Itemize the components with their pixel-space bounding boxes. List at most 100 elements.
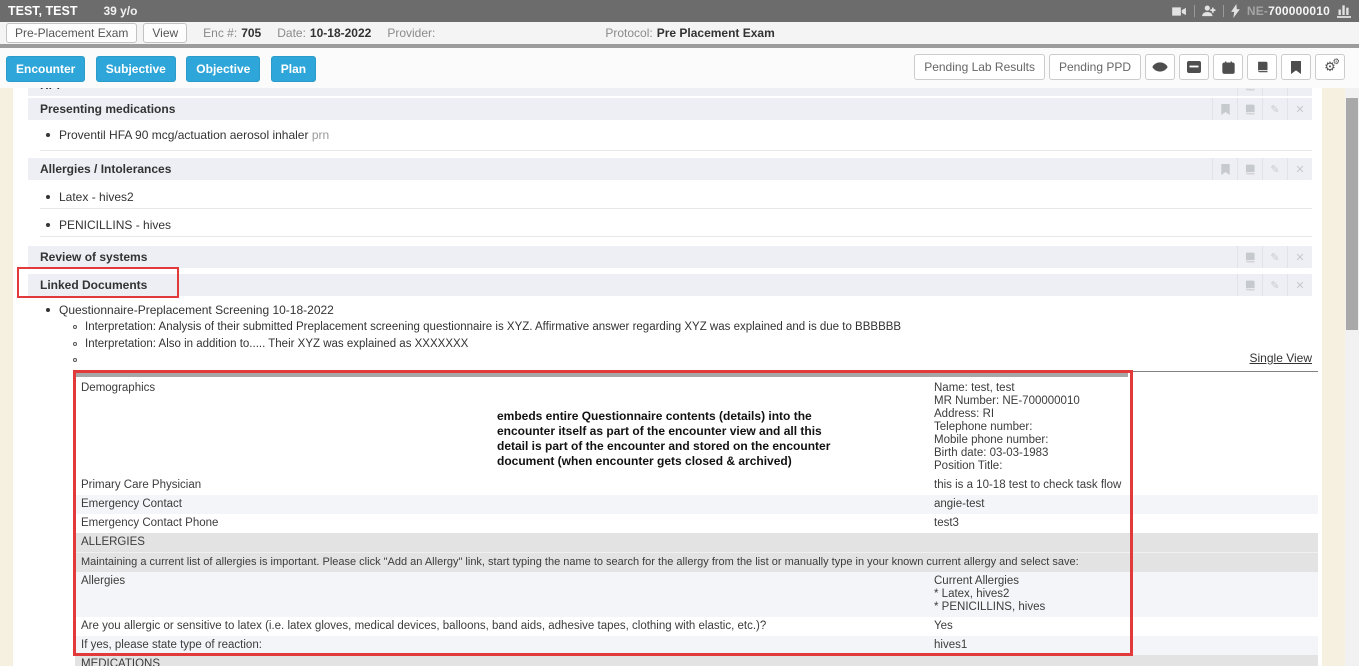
plan-tab-button[interactable]: Plan [271, 56, 316, 82]
journal-icon[interactable] [1237, 246, 1262, 268]
journal-icon[interactable] [1237, 158, 1262, 180]
video-camera-icon[interactable] [1172, 6, 1187, 17]
enc-number-label: Enc #: [203, 26, 237, 40]
bullet-dot [46, 133, 50, 137]
journal-icon[interactable] [1237, 88, 1262, 96]
table-row-allergies: Allergies Current Allergies * Latex, hiv… [75, 572, 1318, 617]
person-add-icon[interactable] [1202, 5, 1216, 17]
journal-icon[interactable] [1237, 274, 1262, 296]
bookmark-icon[interactable] [1281, 54, 1311, 80]
view-button[interactable]: View [143, 23, 187, 43]
subjective-tab-button[interactable]: Subjective [96, 56, 176, 82]
bullet-dot [46, 195, 50, 199]
gears-icon[interactable]: ⚙⚙ [1315, 54, 1345, 80]
mr-number-display: NE-700000010 [1247, 4, 1330, 18]
close-icon[interactable]: ✕ [1287, 98, 1312, 120]
bar-chart-icon[interactable] [1337, 4, 1351, 18]
protocol-label: Protocol: [605, 26, 652, 40]
eye-icon[interactable] [1145, 54, 1175, 80]
calendar-check-icon[interactable] [1213, 54, 1243, 80]
encounter-note-panel: HPI ✎ ✕ Presenting medications ✎ ✕ [13, 88, 1322, 666]
section-hpi-clipped: HPI ✎ ✕ [28, 88, 1312, 96]
table-row-reaction-type: If yes, please state type of reaction: h… [75, 636, 1318, 655]
linked-document-title: Questionnaire-Preplacement Screening 10-… [59, 303, 334, 317]
single-view-link[interactable]: Single View [1250, 351, 1312, 365]
objective-tab-button[interactable]: Objective [186, 56, 260, 82]
provider-label: Provider: [387, 26, 435, 40]
date-label: Date: [277, 26, 306, 40]
interpretation-item: Interpretation: Analysis of their submit… [73, 321, 901, 333]
edit-pencil-icon[interactable]: ✎ [1262, 158, 1287, 180]
close-icon[interactable]: ✕ [1287, 246, 1312, 268]
section-actions: ✎ ✕ [1237, 88, 1312, 96]
bullet-dot [46, 308, 50, 312]
divider [1223, 5, 1224, 17]
bookmark-icon[interactable] [1212, 158, 1237, 180]
section-header-hpi[interactable]: HPI ✎ ✕ [28, 88, 1312, 96]
linked-document-item: Questionnaire-Preplacement Screening 10-… [46, 303, 334, 317]
table-row-medications-header: MEDICATIONS [75, 655, 1318, 666]
section-title: Review of systems [28, 250, 147, 264]
medication-text: Proventil HFA 90 mcg/actuation aerosol i… [59, 128, 308, 142]
encounter-tab-button[interactable]: Encounter [6, 56, 85, 82]
section-title: HPI [28, 88, 60, 92]
list-separator [40, 236, 1312, 237]
lightning-bolt-icon[interactable] [1231, 4, 1240, 18]
table-row-emergency-contact-phone: Emergency Contact Phone test3 [75, 514, 1318, 533]
table-row-demographics: Demographics Name: test, test MR Number:… [75, 379, 1318, 476]
bullet-circle [73, 358, 77, 362]
edit-pencil-icon[interactable]: ✎ [1262, 88, 1287, 96]
row-value: Name: test, test MR Number: NE-700000010… [930, 379, 1318, 476]
journal-icon[interactable] [1247, 54, 1277, 80]
edit-pencil-icon[interactable]: ✎ [1262, 98, 1287, 120]
encounter-bar: Pre-Placement Exam View Enc #: 705 Date:… [0, 22, 1359, 48]
list-separator [40, 150, 1312, 151]
allergy-list-item: PENICILLINS - hives [46, 218, 171, 232]
enc-number-value: 705 [241, 26, 261, 40]
pending-lab-results-button[interactable]: Pending Lab Results [914, 54, 1045, 80]
section-title: Presenting medications [28, 102, 175, 116]
section-actions: ✎ ✕ [1237, 246, 1312, 268]
patient-header-bar: TEST, TEST 39 y/o NE-700000010 [0, 0, 1359, 22]
bullet-dot [46, 223, 50, 227]
toolbar: Encounter Subjective Objective Plan Pend… [0, 48, 1359, 88]
section-header-presenting-medications[interactable]: Presenting medications ✎ ✕ [28, 98, 1312, 120]
section-actions: ✎ ✕ [1212, 158, 1312, 180]
date-value: 10-18-2022 [310, 26, 371, 40]
edit-pencil-icon[interactable]: ✎ [1262, 246, 1287, 268]
table-row-emergency-contact: Emergency Contact angie-test [75, 495, 1318, 514]
medication-list-item: Proventil HFA 90 mcg/actuation aerosol i… [46, 128, 329, 142]
table-row-primary-care-physician: Primary Care Physician this is a 10-18 t… [75, 476, 1318, 495]
questionnaire-table: Demographics Name: test, test MR Number:… [75, 372, 1318, 666]
list-separator [40, 208, 1312, 209]
allergy-text: Latex - hives2 [59, 190, 134, 204]
edit-pencil-icon[interactable]: ✎ [1262, 274, 1287, 296]
section-header-linked-documents[interactable]: Linked Documents ✎ ✕ [28, 274, 1312, 296]
close-icon[interactable]: ✕ [1287, 274, 1312, 296]
bookmark-icon[interactable] [1212, 98, 1237, 120]
pending-ppd-button[interactable]: Pending PPD [1049, 54, 1141, 80]
close-icon[interactable]: ✕ [1287, 158, 1312, 180]
journal-icon[interactable] [1237, 98, 1262, 120]
vertical-scrollbar[interactable] [1345, 88, 1359, 666]
interpretation-text: Interpretation: Also in addition to.....… [85, 338, 468, 350]
app-root: TEST, TEST 39 y/o NE-700000010 Pre-Place… [0, 0, 1359, 666]
protocol-value: Pre Placement Exam [657, 26, 775, 40]
section-header-review-of-systems[interactable]: Review of systems ✎ ✕ [28, 246, 1312, 268]
patient-name: TEST, TEST [8, 4, 77, 18]
mr-number: 700000010 [1268, 4, 1330, 18]
medication-frequency: prn [312, 128, 329, 142]
interpretation-item: Interpretation: Also in addition to.....… [73, 338, 468, 350]
handwritten-annotation-note: embeds entire Questionnaire contents (de… [497, 409, 927, 469]
patient-header-actions: NE-700000010 [1172, 0, 1351, 22]
section-actions: ✎ ✕ [1237, 274, 1312, 296]
section-header-allergies-intolerances[interactable]: Allergies / Intolerances ✎ ✕ [28, 158, 1312, 180]
table-row-allergies-header: ALLERGIES [75, 533, 1318, 553]
scrollbar-thumb[interactable] [1346, 98, 1358, 330]
pre-placement-exam-button[interactable]: Pre-Placement Exam [6, 23, 137, 43]
inbox-icon[interactable] [1179, 54, 1209, 80]
close-icon[interactable]: ✕ [1287, 88, 1312, 96]
allergy-text: PENICILLINS - hives [59, 218, 171, 232]
mr-prefix: NE- [1247, 4, 1268, 18]
divider [1194, 5, 1195, 17]
